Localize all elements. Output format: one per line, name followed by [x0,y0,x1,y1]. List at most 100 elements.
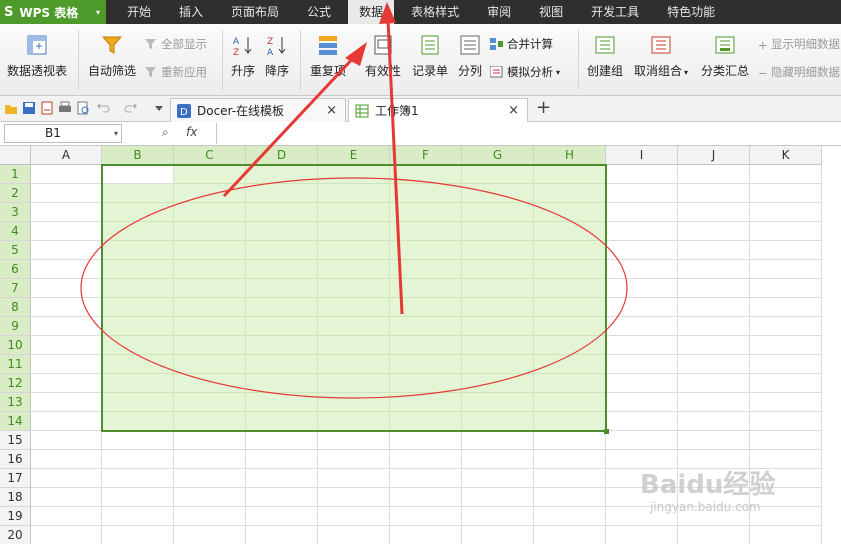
cell-C17[interactable] [174,469,246,488]
cell-J1[interactable] [678,165,750,184]
row-header-8[interactable]: 8 [0,298,31,317]
cell-A1[interactable] [31,165,102,184]
cell-B16[interactable] [102,450,174,469]
cell-C20[interactable] [174,526,246,544]
cell-B9[interactable] [102,317,174,336]
cell-B8[interactable] [102,298,174,317]
cell-D15[interactable] [246,431,318,450]
cell-D17[interactable] [246,469,318,488]
cell-C12[interactable] [174,374,246,393]
cell-J13[interactable] [678,393,750,412]
cell-C13[interactable] [174,393,246,412]
cell-J20[interactable] [678,526,750,544]
column-header-J[interactable]: J [678,146,750,165]
cell-K11[interactable] [750,355,822,374]
cell-K7[interactable] [750,279,822,298]
subtotal-button[interactable]: 分类汇总 [698,34,752,79]
column-header-E[interactable]: E [318,146,390,165]
cell-F10[interactable] [390,336,462,355]
cell-F5[interactable] [390,241,462,260]
cell-G20[interactable] [462,526,534,544]
cell-D3[interactable] [246,203,318,222]
cell-F1[interactable] [390,165,462,184]
cell-C15[interactable] [174,431,246,450]
cell-G13[interactable] [462,393,534,412]
cell-E7[interactable] [318,279,390,298]
pivot-table-button[interactable]: 数据透视表 [4,34,70,79]
cell-D6[interactable] [246,260,318,279]
hide-detail-button[interactable]: − 隐藏明细数据 [758,64,840,80]
quick-access-dropdown-icon[interactable] [152,101,166,115]
cell-G2[interactable] [462,184,534,203]
cell-C1[interactable] [174,165,246,184]
cell-H5[interactable] [534,241,606,260]
cell-D10[interactable] [246,336,318,355]
row-header-4[interactable]: 4 [0,222,31,241]
cell-K15[interactable] [750,431,822,450]
row-header-14[interactable]: 14 [0,412,31,431]
cell-B12[interactable] [102,374,174,393]
cell-E6[interactable] [318,260,390,279]
cell-A6[interactable] [31,260,102,279]
cell-D2[interactable] [246,184,318,203]
cell-F6[interactable] [390,260,462,279]
cell-K2[interactable] [750,184,822,203]
cell-E9[interactable] [318,317,390,336]
cell-J15[interactable] [678,431,750,450]
cell-H10[interactable] [534,336,606,355]
cell-C14[interactable] [174,412,246,431]
cell-D4[interactable] [246,222,318,241]
cell-C4[interactable] [174,222,246,241]
column-header-F[interactable]: F [390,146,462,165]
cell-B7[interactable] [102,279,174,298]
cell-C19[interactable] [174,507,246,526]
split-column-button[interactable]: 分列 [454,34,486,79]
cell-C6[interactable] [174,260,246,279]
validity-button[interactable]: 有效性 [360,34,406,79]
cell-C2[interactable] [174,184,246,203]
save-icon[interactable] [22,101,36,115]
cell-E11[interactable] [318,355,390,374]
cell-F15[interactable] [390,431,462,450]
name-box[interactable]: B1 ▾ [4,124,122,143]
cell-A16[interactable] [31,450,102,469]
cell-G6[interactable] [462,260,534,279]
row-header-13[interactable]: 13 [0,393,31,412]
column-header-H[interactable]: H [534,146,606,165]
cell-B10[interactable] [102,336,174,355]
cell-E18[interactable] [318,488,390,507]
cell-H16[interactable] [534,450,606,469]
menu-review[interactable]: 审阅 [476,0,522,24]
cell-E5[interactable] [318,241,390,260]
cell-A13[interactable] [31,393,102,412]
cell-F13[interactable] [390,393,462,412]
column-header-D[interactable]: D [246,146,318,165]
cell-H6[interactable] [534,260,606,279]
cell-I12[interactable] [606,374,678,393]
cell-B19[interactable] [102,507,174,526]
cell-A5[interactable] [31,241,102,260]
cell-K3[interactable] [750,203,822,222]
function-icon[interactable]: fx [186,125,197,139]
cell-B5[interactable] [102,241,174,260]
cell-I3[interactable] [606,203,678,222]
cell-E19[interactable] [318,507,390,526]
cell-C11[interactable] [174,355,246,374]
cell-B11[interactable] [102,355,174,374]
cell-D16[interactable] [246,450,318,469]
cell-A18[interactable] [31,488,102,507]
cell-I13[interactable] [606,393,678,412]
cell-A8[interactable] [31,298,102,317]
cell-F17[interactable] [390,469,462,488]
cell-I20[interactable] [606,526,678,544]
cell-D12[interactable] [246,374,318,393]
column-header-I[interactable]: I [606,146,678,165]
new-tab-icon[interactable]: + [536,97,551,118]
cell-G15[interactable] [462,431,534,450]
cell-H20[interactable] [534,526,606,544]
cell-I15[interactable] [606,431,678,450]
row-header-9[interactable]: 9 [0,317,31,336]
cell-F19[interactable] [390,507,462,526]
cell-E15[interactable] [318,431,390,450]
cell-A3[interactable] [31,203,102,222]
